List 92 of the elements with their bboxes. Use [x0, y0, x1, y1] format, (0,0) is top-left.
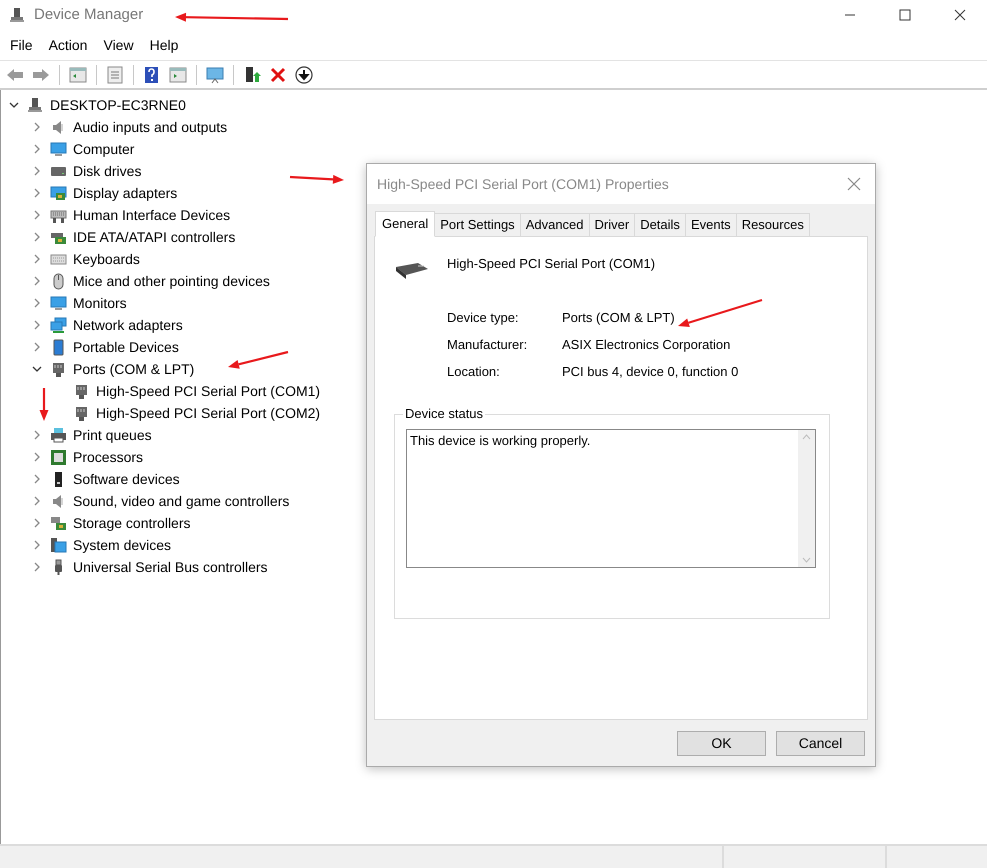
chip-icon	[50, 448, 67, 466]
dialog-tab[interactable]: General	[375, 211, 436, 237]
close-button[interactable]	[845, 175, 863, 193]
expand-chevron-icon[interactable]	[32, 122, 42, 132]
expand-chevron-icon[interactable]	[32, 562, 42, 572]
expand-chevron-icon[interactable]	[32, 540, 42, 550]
port-connector-icon	[73, 382, 90, 400]
status-text: This device is working properly.	[409, 432, 592, 450]
system-icon	[50, 536, 67, 554]
close-icon	[847, 177, 861, 191]
status-text-area[interactable]: This device is working properly.	[406, 429, 816, 568]
expand-chevron-icon[interactable]	[32, 518, 42, 528]
annotation-arrow	[290, 174, 344, 184]
monitor-icon	[50, 294, 67, 312]
expand-chevron-icon[interactable]	[32, 188, 42, 198]
expand-chevron-icon[interactable]	[32, 254, 42, 264]
dialog-tab[interactable]: Advanced	[520, 213, 590, 236]
properties-sheet-icon[interactable]	[106, 66, 124, 84]
dialog-tab[interactable]: Events	[686, 213, 737, 236]
monitor-icon	[50, 140, 67, 158]
tree-item[interactable]: Mice and other pointing devices	[73, 270, 270, 292]
window-pane-icon[interactable]	[169, 66, 187, 84]
delete-icon[interactable]	[269, 66, 287, 84]
menu-item[interactable]: File	[4, 34, 39, 56]
tree-item[interactable]: Monitors	[73, 292, 127, 314]
property-value: Ports (COM & LPT)	[562, 309, 675, 327]
expand-chevron-icon[interactable]	[32, 342, 42, 352]
property-value: PCI bus 4, device 0, function 0	[562, 363, 738, 381]
collapse-chevron-icon[interactable]	[32, 364, 42, 374]
dialog-tab[interactable]: Driver	[590, 213, 636, 236]
tree-item[interactable]: Universal Serial Bus controllers	[73, 556, 268, 578]
tree-item[interactable]: Software devices	[73, 468, 180, 490]
tree-item[interactable]: DESKTOP-EC3RNE0	[50, 94, 186, 116]
menu-item[interactable]: Help	[144, 34, 184, 56]
menu-item[interactable]: Action	[42, 34, 94, 56]
property-label: Location:	[447, 363, 500, 381]
expand-chevron-icon[interactable]	[32, 298, 42, 308]
network-icon	[50, 316, 67, 334]
display-adapter-icon	[50, 184, 67, 202]
port-connector-icon	[73, 404, 90, 422]
dialog-title: High-Speed PCI Serial Port (COM1) Properties	[377, 174, 669, 194]
tree-item[interactable]: Sound, video and game controllers	[73, 490, 290, 512]
annotation-arrow	[228, 350, 288, 369]
tree-item[interactable]: Portable Devices	[73, 336, 179, 358]
tree-item[interactable]: Print queues	[73, 424, 152, 446]
help-icon[interactable]	[143, 66, 161, 84]
tree-item[interactable]: High-Speed PCI Serial Port (COM2)	[96, 402, 320, 424]
tree-item[interactable]: Audio inputs and outputs	[73, 116, 228, 138]
tree-item[interactable]: Keyboards	[73, 248, 140, 270]
property-label: Device type:	[447, 309, 519, 327]
tree-item[interactable]: System devices	[73, 534, 172, 556]
tree-item[interactable]: Computer	[73, 138, 134, 160]
expand-chevron-icon[interactable]	[32, 210, 42, 220]
expand-chevron-icon[interactable]	[32, 232, 42, 242]
tree-item[interactable]: Network adapters	[73, 314, 183, 336]
expand-chevron-icon[interactable]	[32, 144, 42, 154]
tree-item[interactable]: High-Speed PCI Serial Port (COM1)	[96, 380, 320, 402]
expand-chevron-icon[interactable]	[32, 166, 42, 176]
port-connector-icon	[50, 360, 67, 378]
expand-chevron-icon[interactable]	[32, 430, 42, 440]
computer-icon	[9, 7, 25, 23]
window-title: Device Manager	[34, 4, 144, 25]
property-label: Manufacturer:	[447, 336, 528, 354]
expand-chevron-icon[interactable]	[32, 474, 42, 484]
close-icon	[954, 9, 966, 21]
dialog-tab[interactable]: Port Settings	[435, 213, 521, 236]
property-value: ASIX Electronics Corporation	[562, 336, 730, 354]
maximize-icon	[898, 9, 910, 21]
expand-chevron-icon[interactable]	[32, 276, 42, 286]
expand-chevron-icon[interactable]	[32, 452, 42, 462]
annotation-arrow	[40, 388, 48, 421]
tree-item[interactable]: IDE ATA/ATAPI controllers	[73, 226, 236, 248]
dialog-tab[interactable]: Resources	[736, 213, 810, 236]
tree-item[interactable]: Processors	[73, 446, 144, 468]
tree-item[interactable]: Disk drives	[73, 160, 142, 182]
dialog-button[interactable]: Cancel	[776, 731, 865, 756]
printer-icon	[50, 426, 67, 444]
tree-item[interactable]: Display adapters	[73, 182, 178, 204]
window-pane-icon[interactable]	[69, 66, 87, 84]
dialog-button[interactable]: OK	[677, 731, 766, 756]
menu-item[interactable]: View	[97, 34, 140, 56]
expand-chevron-icon[interactable]	[32, 496, 42, 506]
device-name: High-Speed PCI Serial Port (COM1)	[447, 255, 656, 273]
dialog-tab[interactable]: Details	[635, 213, 686, 236]
device-update-icon[interactable]	[243, 66, 261, 84]
expand-chevron-icon[interactable]	[32, 320, 42, 330]
storage-controller-icon	[50, 514, 67, 532]
tree-item[interactable]: Human Interface Devices	[73, 204, 230, 226]
collapse-chevron-icon[interactable]	[9, 100, 19, 110]
tree-item[interactable]: Ports (COM & LPT)	[73, 358, 194, 380]
computer-icon	[27, 96, 44, 114]
tree-item[interactable]: Storage controllers	[73, 512, 191, 534]
